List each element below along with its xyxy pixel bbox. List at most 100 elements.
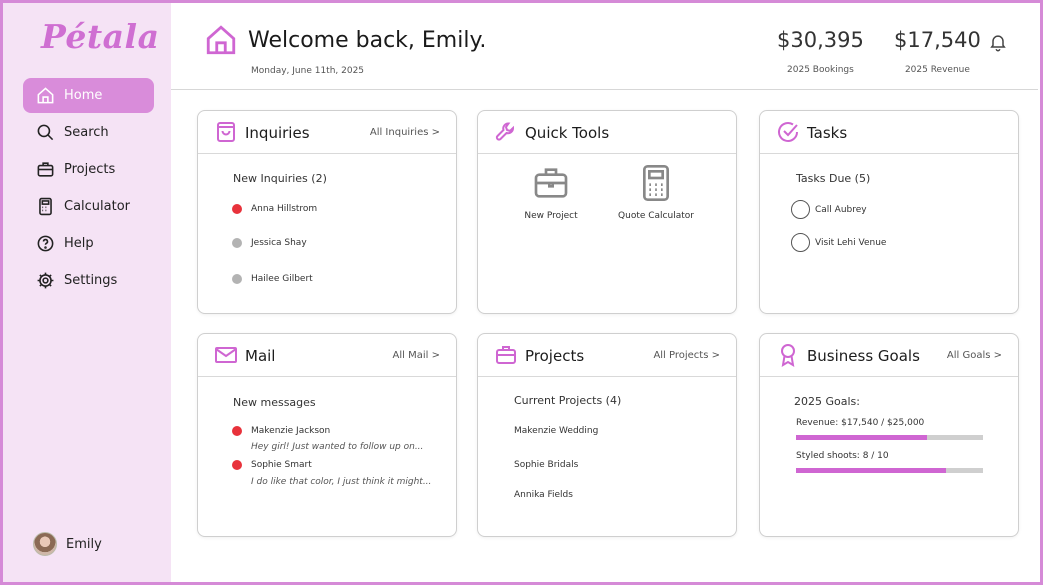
projects-card: Projects All Projects > Current Projects… <box>477 333 737 537</box>
all-projects-link[interactable]: All Projects > <box>653 350 720 361</box>
goal-label: Styled shoots: 8 / 10 <box>796 451 889 461</box>
sidebar-item-projects[interactable]: Projects <box>23 152 154 187</box>
home-icon <box>35 86 55 106</box>
goal-label: Revenue: $17,540 / $25,000 <box>796 418 925 428</box>
inquiry-name: Hailee Gilbert <box>251 274 313 284</box>
search-icon <box>35 123 55 143</box>
user-profile[interactable]: Emily <box>33 532 102 556</box>
mail-sender: Makenzie Jackson <box>251 426 331 436</box>
project-name: Annika Fields <box>514 490 573 500</box>
task-checkbox[interactable] <box>791 233 810 252</box>
card-header: Business Goals All Goals > <box>760 334 1018 377</box>
sidebar: Pétala Home Search Projects Calculator H… <box>3 3 171 582</box>
quick-tools-card: Quick Tools New Project Quote Calculator <box>477 110 737 314</box>
check-circle-icon <box>778 122 798 142</box>
card-title: Mail <box>245 347 276 365</box>
gear-icon <box>35 271 55 291</box>
card-header: Inquiries All Inquiries > <box>198 111 456 154</box>
briefcase-icon <box>496 346 516 364</box>
card-title: Tasks <box>807 124 848 142</box>
unread-dot <box>232 204 242 214</box>
tool-label: New Project <box>524 211 578 221</box>
list-item[interactable]: Sophie Bridals <box>514 460 578 470</box>
sidebar-item-settings[interactable]: Settings <box>23 263 154 298</box>
all-mail-link[interactable]: All Mail > <box>393 350 440 361</box>
inquiry-name: Jessica Shay <box>251 238 307 248</box>
shopping-bag-icon <box>217 122 235 142</box>
card-title: Inquiries <box>245 124 310 142</box>
read-dot <box>232 274 242 284</box>
calculator-icon <box>35 197 55 217</box>
briefcase-icon <box>35 160 55 180</box>
card-subtitle: Tasks Due (5) <box>796 172 871 185</box>
goal-progress-bar <box>796 468 983 473</box>
tool-label: Quote Calculator <box>618 211 694 221</box>
card-subtitle: Current Projects (4) <box>514 394 622 407</box>
all-goals-link[interactable]: All Goals > <box>947 350 1002 361</box>
card-subtitle: 2025 Goals: <box>794 395 860 408</box>
page-title: Welcome back, Emily. <box>248 28 487 53</box>
project-name: Makenzie Wedding <box>514 426 599 436</box>
list-item[interactable]: Makenzie Wedding <box>514 426 598 436</box>
mail-icon <box>215 347 237 363</box>
inquiries-card: Inquiries All Inquiries > New Inquiries … <box>197 110 457 314</box>
list-item[interactable]: Hailee Gilbert <box>232 274 313 284</box>
card-title: Quick Tools <box>525 124 610 142</box>
app-logo: Pétala <box>41 17 160 56</box>
sidebar-item-help[interactable]: Help <box>23 226 154 261</box>
sidebar-item-label: Calculator <box>64 199 131 214</box>
card-header: Tasks <box>760 111 1018 154</box>
task-checkbox[interactable] <box>791 200 810 219</box>
list-item[interactable]: Anna Hillstrom <box>232 204 317 214</box>
task-label: Visit Lehi Venue <box>815 237 887 248</box>
list-item[interactable]: Sophie Smart <box>232 460 312 470</box>
revenue-stat: $17,540 2025 Revenue <box>894 28 981 75</box>
new-project-button[interactable]: New Project <box>516 163 586 221</box>
sidebar-item-label: Projects <box>64 162 116 177</box>
card-title: Projects <box>525 347 585 365</box>
header: Welcome back, Emily. Monday, June 11th, … <box>171 3 1038 90</box>
card-subtitle: New messages <box>233 396 316 409</box>
inquiry-name: Anna Hillstrom <box>251 204 318 214</box>
bell-icon[interactable] <box>988 32 1008 52</box>
mail-preview: I do like that color, I just think it mi… <box>251 477 432 487</box>
sidebar-item-search[interactable]: Search <box>23 115 154 150</box>
revenue-value: $17,540 <box>894 28 981 52</box>
card-header: Projects All Projects > <box>478 334 736 377</box>
business-goals-card: Business Goals All Goals > 2025 Goals: R… <box>759 333 1019 537</box>
all-inquiries-link[interactable]: All Inquiries > <box>370 127 440 138</box>
sidebar-item-label: Home <box>64 88 103 103</box>
mail-preview: Hey girl! Just wanted to follow up on... <box>251 442 424 452</box>
current-date: Monday, June 11th, 2025 <box>251 66 365 76</box>
mail-card: Mail All Mail > New messages Makenzie Ja… <box>197 333 457 537</box>
task-item[interactable]: Visit Lehi Venue <box>791 233 886 252</box>
sidebar-item-home[interactable]: Home <box>23 78 154 113</box>
goal-progress-fill <box>796 435 927 440</box>
bookings-label: 2025 Bookings <box>787 65 854 75</box>
calculator-icon <box>643 165 669 201</box>
sidebar-item-label: Search <box>64 125 109 140</box>
list-item[interactable]: Jessica Shay <box>232 238 307 248</box>
avatar <box>33 532 57 556</box>
list-item[interactable]: Makenzie Jackson <box>232 426 330 436</box>
sidebar-item-label: Settings <box>64 273 118 288</box>
task-item[interactable]: Call Aubrey <box>791 200 867 219</box>
goal-progress-bar <box>796 435 983 440</box>
bookings-value: $30,395 <box>777 28 864 52</box>
task-label: Call Aubrey <box>815 204 867 215</box>
revenue-label: 2025 Revenue <box>904 65 970 75</box>
briefcase-icon <box>534 168 568 198</box>
sidebar-nav: Home Search Projects Calculator Help Set… <box>23 78 154 300</box>
project-name: Sophie Bridals <box>514 460 579 470</box>
card-title: Business Goals <box>807 347 920 365</box>
list-item[interactable]: Annika Fields <box>514 490 573 500</box>
award-ribbon-icon <box>781 344 795 367</box>
card-header: Mail All Mail > <box>198 334 456 377</box>
sidebar-item-calculator[interactable]: Calculator <box>23 189 154 224</box>
goal-progress-fill <box>796 468 946 473</box>
sidebar-item-label: Help <box>64 236 94 251</box>
unread-dot <box>232 426 242 436</box>
user-name: Emily <box>66 536 102 552</box>
read-dot <box>232 238 242 248</box>
quote-calculator-button[interactable]: Quote Calculator <box>611 163 701 221</box>
